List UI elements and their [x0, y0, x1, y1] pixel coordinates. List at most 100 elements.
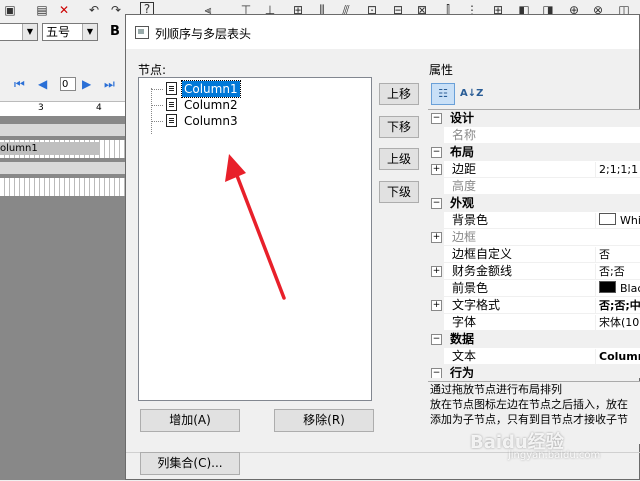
property-name: 文字格式: [452, 298, 501, 312]
property-value[interactable]: Column1: [595, 349, 640, 364]
expand-icon[interactable]: +: [431, 266, 442, 277]
category-layout[interactable]: − 布局: [428, 144, 640, 161]
property-name: 边框自定义: [452, 247, 513, 261]
bold-button[interactable]: B: [110, 24, 120, 39]
ruler-mark: 3: [38, 103, 44, 113]
color-swatch: [599, 213, 616, 225]
property-grid[interactable]: − 设计 名称 − 布局 + 边距 2;1;1;1 高度 − 外观 背景色 Wh…: [428, 109, 640, 378]
band-header[interactable]: [0, 124, 126, 136]
color-name: White: [620, 214, 640, 227]
tree-connector: [151, 121, 163, 122]
collapse-icon[interactable]: −: [431, 368, 442, 378]
nodes-label: 节点:: [138, 63, 167, 77]
font-combo[interactable]: ▼: [0, 23, 38, 41]
tree-connector: [151, 88, 152, 134]
font-size-combo[interactable]: 五号 ▼: [42, 23, 98, 41]
category-appearance[interactable]: − 外观: [428, 195, 640, 212]
prev-page-icon[interactable]: ◀: [38, 77, 47, 91]
properties-label: 属性: [429, 63, 454, 77]
document-icon: [166, 82, 177, 95]
tree-node-label: Column2: [184, 98, 238, 112]
property-row-border[interactable]: + 边框: [428, 229, 640, 246]
sort-az-icon[interactable]: A↓Z: [460, 83, 483, 105]
delete-icon[interactable]: ✕: [56, 2, 72, 18]
last-page-icon[interactable]: ⏭: [104, 77, 115, 92]
tree-connector: [151, 89, 163, 90]
remove-button[interactable]: 移除(R): [274, 409, 374, 432]
property-name: 字体: [452, 315, 477, 329]
property-row-text[interactable]: 文本 Column1: [428, 348, 640, 365]
property-row-margin[interactable]: + 边距 2;1;1;1: [428, 161, 640, 178]
tree-connector: [151, 105, 163, 106]
move-down-button[interactable]: 下移: [379, 116, 419, 138]
categorized-icon[interactable]: ☷: [431, 83, 455, 105]
ruler: 3 4: [0, 101, 126, 117]
band-row[interactable]: [0, 178, 126, 196]
band-row[interactable]: olumn1: [0, 140, 126, 158]
category-label: 行为: [450, 366, 475, 378]
page-number-input[interactable]: 0: [60, 77, 76, 91]
node-tree[interactable]: Column1 Column2 Column3: [138, 77, 372, 401]
font-size-value: 五号: [46, 25, 71, 39]
cell-column1[interactable]: olumn1: [0, 142, 100, 155]
chevron-down-icon[interactable]: ▼: [82, 24, 97, 40]
collapse-icon[interactable]: −: [431, 334, 442, 345]
description-line: 放在节点图标左边在节点之后插入，放在: [430, 398, 628, 411]
property-name: 财务金额线: [452, 264, 513, 278]
level-up-button[interactable]: 上级: [379, 148, 419, 170]
level-down-button[interactable]: 下级: [379, 181, 419, 203]
dialog-title: 列顺序与多层表头: [155, 27, 252, 41]
collapse-icon[interactable]: −: [431, 113, 442, 124]
redo-icon[interactable]: ↷: [108, 2, 124, 18]
property-row-backcolor[interactable]: 背景色 White: [428, 212, 640, 229]
property-value[interactable]: Black: [595, 281, 640, 296]
property-value[interactable]: 否;否;中: [595, 298, 640, 313]
expand-icon[interactable]: +: [431, 164, 442, 175]
collapse-icon[interactable]: −: [431, 147, 442, 158]
category-design[interactable]: − 设计: [428, 110, 640, 127]
column-collection-button[interactable]: 列集合(C)...: [140, 452, 240, 475]
undo-icon[interactable]: ↶: [86, 2, 102, 18]
add-button[interactable]: 增加(A): [140, 409, 240, 432]
property-name: 高度: [452, 179, 477, 193]
window-icon: [135, 26, 149, 39]
property-row-font[interactable]: 字体 宋体(10.5: [428, 314, 640, 331]
expand-icon[interactable]: +: [431, 300, 442, 311]
category-label: 布局: [450, 145, 475, 159]
category-behavior[interactable]: − 行为: [428, 365, 640, 378]
property-name: 前景色: [452, 281, 489, 295]
category-data[interactable]: − 数据: [428, 331, 640, 348]
property-row-text-format[interactable]: + 文字格式 否;否;中: [428, 297, 640, 314]
paste-icon[interactable]: ▤: [34, 2, 50, 18]
description-line: 通过拖放节点进行布局排列: [430, 383, 562, 396]
property-value[interactable]: 宋体(10.5: [595, 315, 640, 330]
property-name: 边距: [452, 162, 477, 176]
property-row-name[interactable]: 名称: [428, 127, 640, 144]
ruler-mark: 4: [96, 103, 102, 113]
dialog-titlebar[interactable]: 列顺序与多层表头: [126, 15, 639, 49]
property-row-border-custom[interactable]: 边框自定义 否: [428, 246, 640, 263]
color-swatch: [599, 281, 616, 293]
property-value[interactable]: 否: [595, 247, 610, 262]
property-value[interactable]: 否;否: [595, 264, 625, 279]
color-name: Black: [620, 282, 640, 295]
property-name: 边框: [452, 230, 477, 244]
property-value[interactable]: White: [595, 213, 640, 228]
first-page-icon[interactable]: ⏮: [14, 77, 25, 92]
property-value[interactable]: 2;1;1;1: [595, 162, 638, 177]
collapse-icon[interactable]: −: [431, 198, 442, 209]
save-icon[interactable]: ▣: [2, 2, 18, 18]
next-page-icon[interactable]: ▶: [82, 77, 91, 91]
property-name: 名称: [452, 128, 477, 142]
property-row-forecolor[interactable]: 前景色 Black: [428, 280, 640, 297]
chevron-down-icon[interactable]: ▼: [22, 24, 37, 40]
expand-icon[interactable]: +: [431, 232, 442, 243]
band-header[interactable]: [0, 162, 126, 174]
category-label: 设计: [450, 111, 475, 125]
property-name: 背景色: [452, 213, 489, 227]
property-name: 文本: [452, 349, 477, 363]
document-icon: [166, 114, 177, 127]
property-row-finance-line[interactable]: + 财务金额线 否;否: [428, 263, 640, 280]
property-row-height[interactable]: 高度: [428, 178, 640, 195]
move-up-button[interactable]: 上移: [379, 83, 419, 105]
